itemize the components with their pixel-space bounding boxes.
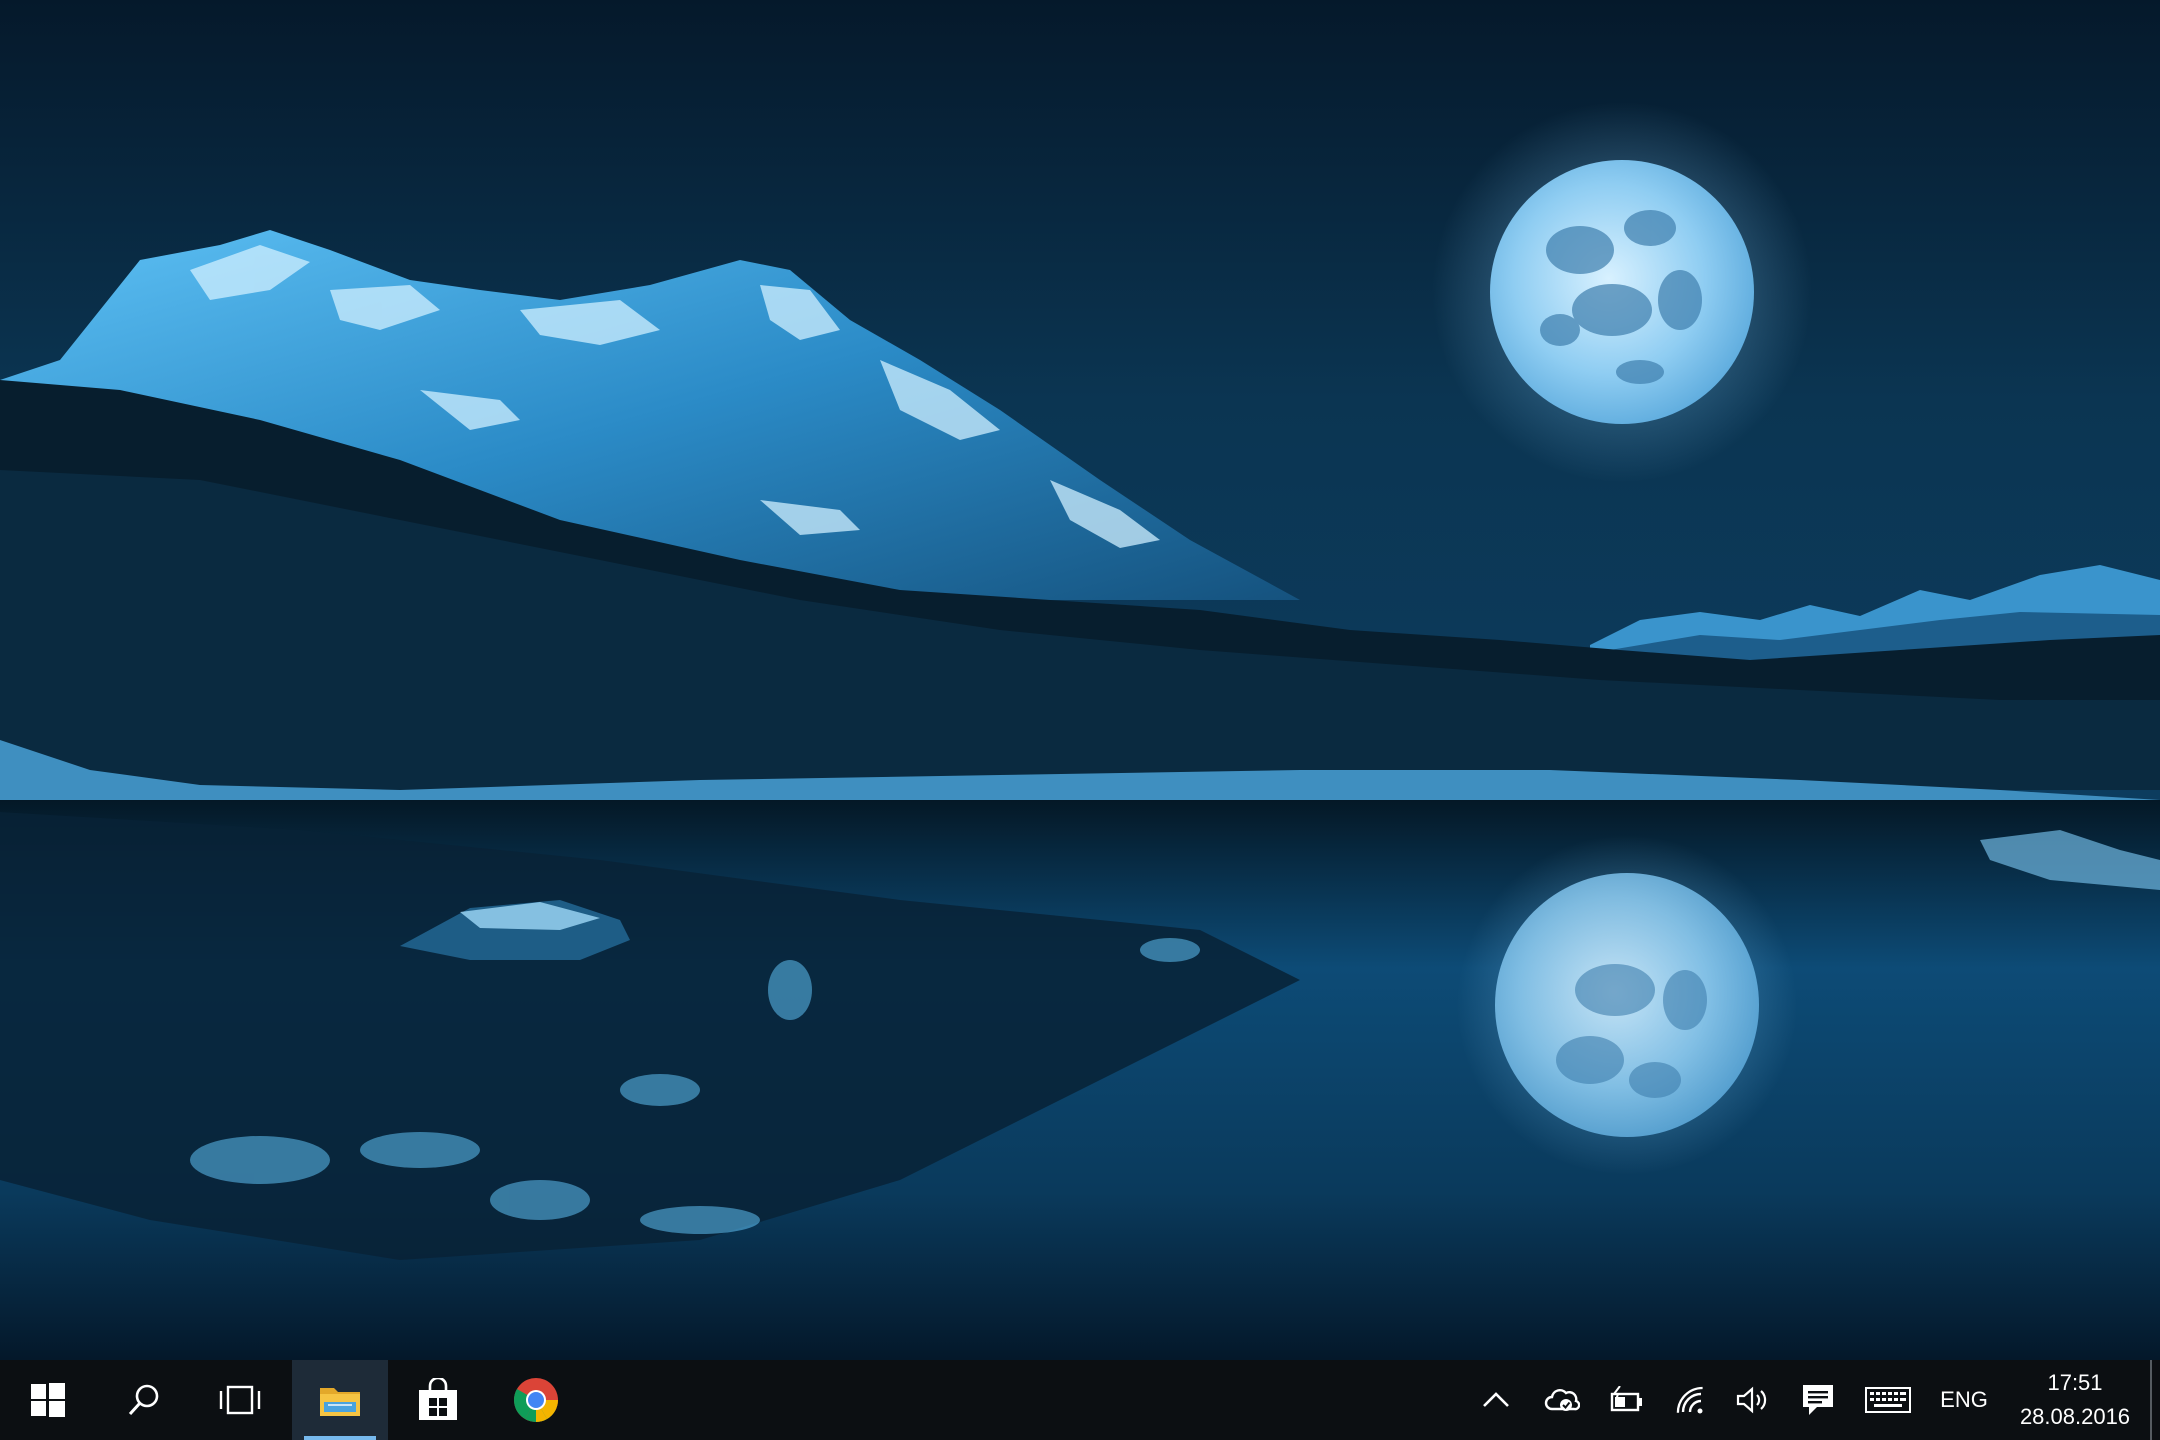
file-explorer-icon (318, 1382, 362, 1418)
chrome-button[interactable] (488, 1360, 584, 1440)
desktop[interactable] (0, 0, 2160, 1360)
show-desktop-button[interactable] (2150, 1360, 2160, 1440)
action-center-button[interactable] (1792, 1360, 1844, 1440)
store-button[interactable] (390, 1360, 486, 1440)
language-indicator[interactable]: ENG (1932, 1360, 1996, 1440)
chrome-icon (513, 1377, 559, 1423)
clock-date: 28.08.2016 (2019, 1404, 2131, 1429)
wifi-button[interactable] (1666, 1360, 1714, 1440)
chevron-up-icon (1482, 1390, 1510, 1410)
search-button[interactable] (96, 1360, 192, 1440)
file-explorer-button[interactable] (292, 1360, 388, 1440)
taskbar: ENG 17:51 28.08.2016 (0, 1360, 2160, 1440)
start-button[interactable] (0, 1360, 96, 1440)
desktop-wallpaper (0, 0, 2160, 1360)
windows-logo-icon (31, 1383, 65, 1417)
clock-time: 17:51 (2047, 1370, 2103, 1395)
show-hidden-icons-button[interactable] (1474, 1360, 1518, 1440)
battery-button[interactable] (1602, 1360, 1650, 1440)
action-center-icon (1801, 1383, 1835, 1417)
volume-icon (1735, 1386, 1769, 1414)
search-icon (126, 1382, 162, 1418)
store-icon (417, 1378, 459, 1422)
onedrive-icon (1544, 1387, 1580, 1413)
touch-keyboard-icon (1865, 1387, 1911, 1413)
language-label: ENG (1940, 1387, 1988, 1412)
clock[interactable]: 17:51 28.08.2016 (2000, 1360, 2150, 1440)
task-view-icon (218, 1384, 262, 1416)
onedrive-button[interactable] (1538, 1360, 1586, 1440)
volume-button[interactable] (1728, 1360, 1776, 1440)
touch-keyboard-button[interactable] (1858, 1360, 1918, 1440)
wifi-icon (1674, 1386, 1706, 1414)
battery-charging-icon (1608, 1386, 1644, 1414)
task-view-button[interactable] (192, 1360, 288, 1440)
